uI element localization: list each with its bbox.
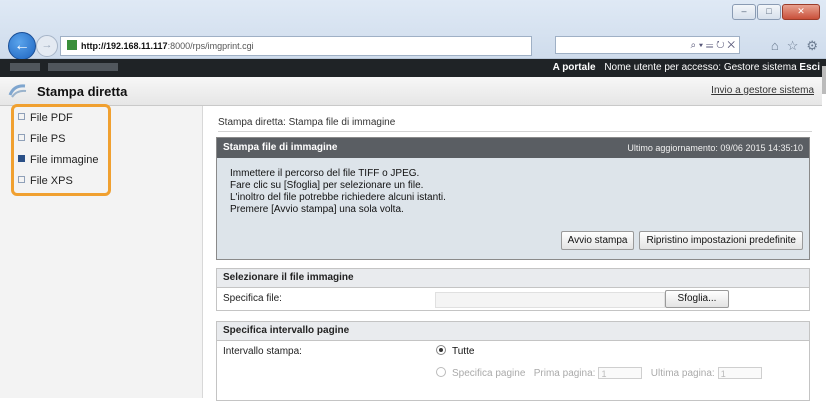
sidebar-item-label: File PS	[30, 133, 66, 145]
browse-button[interactable]: Sfoglia...	[665, 290, 729, 308]
sidebar-item-label: File XPS	[30, 175, 73, 187]
browser-chrome: – □ ✕ ← → http://192.168.11.117:8000/rps…	[0, 0, 826, 60]
instruction-line: Fare clic su [Sfoglia] per selezionare u…	[230, 180, 424, 191]
system-manager-link[interactable]: Invio a gestore sistema	[711, 85, 814, 96]
direct-print-icon	[8, 84, 27, 98]
bullet-icon	[18, 134, 25, 141]
maximize-button[interactable]: □	[757, 4, 781, 20]
sidebar-item-ps[interactable]: File PS	[18, 133, 98, 154]
address-bar[interactable]: http://192.168.11.117:8000/rps/imgprint.…	[60, 36, 532, 56]
divider	[218, 131, 812, 132]
restore-defaults-button[interactable]: Ripristino impostazioni predefinite	[639, 231, 803, 250]
option-all[interactable]: Tutte	[436, 341, 474, 363]
address-tools[interactable]: ⌕ ▾ ☰ ↻ ✕	[555, 36, 740, 54]
page-titlebar: Stampa diretta Invio a gestore sistema	[0, 77, 822, 106]
instruction-line: L'inoltro del file potrebbe richiedere a…	[230, 192, 446, 203]
range-label: Intervallo stampa:	[223, 346, 302, 357]
sidebar-item-label: File PDF	[30, 112, 73, 124]
sidebar-item-pdf[interactable]: File PDF	[18, 112, 98, 133]
print-panel: Stampa file di immagine Ultimo aggiornam…	[216, 137, 810, 260]
option-specify[interactable]: Specifica pagine Prima pagina: 1 Ultima p…	[436, 363, 762, 385]
panel-header: Stampa file di immagine Ultimo aggiornam…	[217, 138, 809, 158]
last-page-input[interactable]: 1	[717, 367, 762, 380]
url-path: :8000/rps/imgprint.cgi	[167, 41, 254, 51]
breadcrumb: Stampa diretta: Stampa file di immagine	[218, 117, 396, 128]
user-info: A portale Nome utente per accesso: Gesto…	[553, 62, 820, 73]
device-model-label	[10, 63, 170, 72]
close-window-button[interactable]: ✕	[782, 4, 820, 20]
home-icon[interactable]: ⌂	[771, 38, 779, 54]
window-controls: – □ ✕	[732, 4, 820, 20]
first-page-label: Prima pagina:	[533, 368, 596, 379]
sidebar-menu: File PDF File PS File immagine File XPS	[18, 112, 98, 196]
range-row: Intervallo stampa: Tutte Specifica pagin…	[217, 341, 809, 380]
radio-all[interactable]	[436, 345, 446, 355]
back-arrow-icon[interactable]: ←	[8, 32, 36, 60]
panel-buttons: Avvio stampa Ripristino impostazioni pre…	[560, 231, 803, 250]
section-title: Selezionare il file immagine	[217, 269, 809, 288]
logout-link[interactable]: Esci	[799, 62, 820, 73]
portal-link[interactable]: A portale	[553, 62, 596, 73]
instruction-line: Premere [Avvio stampa] una sola volta.	[230, 204, 404, 215]
radio-specify[interactable]	[436, 367, 446, 377]
option-specify-label: Specifica pagine	[452, 368, 526, 379]
site-icon	[67, 40, 77, 50]
file-label: Specifica file:	[223, 293, 282, 304]
option-all-label: Tutte	[452, 346, 475, 357]
browser-toolbar-icons: ⌂ ☆ ⚙	[771, 38, 818, 54]
minimize-button[interactable]: –	[732, 4, 756, 20]
favorites-star-icon[interactable]: ☆	[787, 38, 799, 54]
last-update: Ultimo aggiornamento: 09/06 2015 14:35:1…	[627, 143, 803, 153]
last-page-label: Ultima pagina:	[650, 368, 715, 379]
file-path-input[interactable]	[435, 292, 665, 308]
user-name: Gestore sistema	[723, 62, 797, 73]
bullet-icon	[18, 155, 25, 162]
user-label: Nome utente per accesso:	[604, 62, 722, 73]
sidebar-item-image[interactable]: File immagine	[18, 154, 98, 175]
bullet-icon	[18, 176, 25, 183]
file-row: Specifica file: Sfoglia...	[217, 288, 809, 310]
sidebar-item-xps[interactable]: File XPS	[18, 175, 98, 196]
sidebar-item-label: File immagine	[30, 154, 99, 166]
url-host: http://192.168.11.117	[81, 41, 168, 51]
instructions: Immettere il percorso del file TIFF o JP…	[217, 158, 809, 216]
start-print-button[interactable]: Avvio stampa	[560, 231, 635, 250]
bullet-icon	[18, 113, 25, 120]
page-title: Stampa diretta	[37, 84, 128, 99]
device-header-bar: A portale Nome utente per accesso: Gesto…	[0, 59, 826, 77]
first-page-input[interactable]: 1	[598, 367, 643, 380]
scrollbar-handle[interactable]	[822, 66, 826, 94]
section-title: Specifica intervallo pagine	[217, 322, 809, 341]
forward-arrow-icon[interactable]: →	[36, 35, 58, 57]
instruction-line: Immettere il percorso del file TIFF o JP…	[230, 168, 420, 179]
settings-gear-icon[interactable]: ⚙	[806, 38, 818, 54]
panel-title: Stampa file di immagine	[223, 142, 338, 153]
page-range-section: Specifica intervallo pagine Intervallo s…	[216, 321, 810, 401]
file-section: Selezionare il file immagine Specifica f…	[216, 268, 810, 311]
